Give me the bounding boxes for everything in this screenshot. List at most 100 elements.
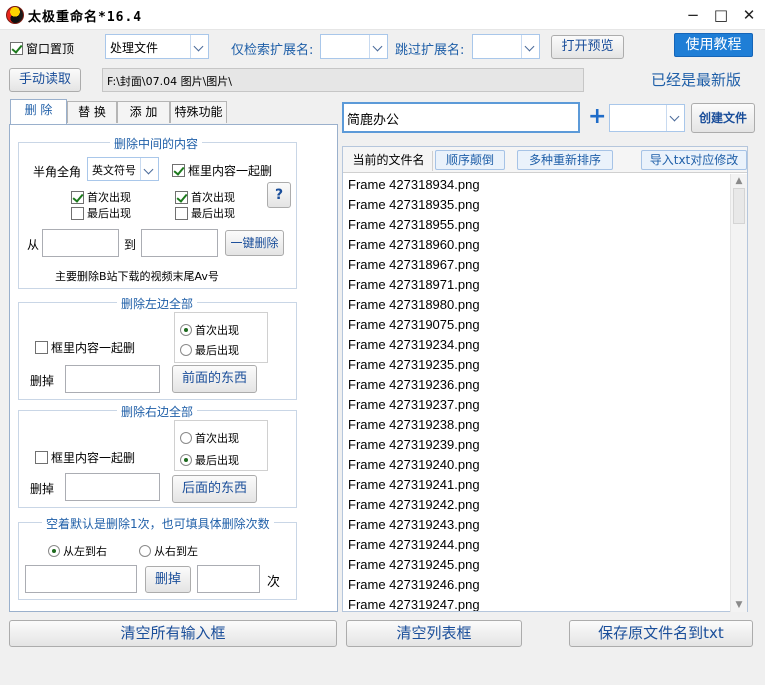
left-group-last-option[interactable]: 最后出现	[180, 342, 239, 358]
left-group-first-option[interactable]: 首次出现	[180, 322, 239, 338]
scroll-thumb[interactable]	[733, 188, 745, 224]
help-button[interactable]: ?	[267, 182, 291, 208]
suffix-select[interactable]	[609, 104, 685, 132]
delete-count-number-input[interactable]	[197, 565, 260, 593]
current-filename-header[interactable]: 当前的文件名	[345, 151, 433, 171]
list-item[interactable]: Frame 427319237.png	[343, 395, 729, 415]
new-name-input[interactable]: 简鹿办公	[342, 102, 580, 133]
right-remove-input[interactable]	[65, 473, 160, 501]
list-item[interactable]: Frame 427318971.png	[343, 275, 729, 295]
right-include-box-checkbox[interactable]	[35, 451, 48, 464]
tab-add[interactable]: 添 加	[117, 101, 170, 123]
clear-list-button[interactable]: 清空列表框	[346, 620, 522, 647]
list-item[interactable]: Frame 427319245.png	[343, 555, 729, 575]
list-item[interactable]: Frame 427319247.png	[343, 595, 729, 611]
delete-count-button[interactable]: 删掉	[145, 566, 191, 593]
left-first-checkbox[interactable]	[71, 190, 84, 204]
from-label: 从	[27, 238, 40, 252]
list-item[interactable]: Frame 427318967.png	[343, 255, 729, 275]
list-item[interactable]: Frame 427319243.png	[343, 515, 729, 535]
right-group-last-radio[interactable]	[180, 454, 192, 466]
list-item[interactable]: Frame 427318934.png	[343, 175, 729, 195]
list-item[interactable]: Frame 427318955.png	[343, 215, 729, 235]
chevron-down-icon	[521, 35, 539, 58]
left-to-right-radio[interactable]	[48, 545, 60, 557]
left-include-box-checkbox[interactable]	[35, 341, 48, 354]
import-txt-button[interactable]: 导入txt对应修改	[641, 150, 747, 170]
mode-select[interactable]: 处理文件	[105, 34, 209, 59]
tab-delete[interactable]: 删 除	[10, 99, 67, 125]
topmost-toggle[interactable]: 窗口置顶	[10, 40, 74, 57]
create-file-button[interactable]: 创建文件	[691, 103, 755, 133]
multi-resort-button[interactable]: 多种重新排序	[517, 150, 613, 170]
clear-inputs-button[interactable]: 清空所有输入框	[9, 620, 337, 647]
skip-ext-select[interactable]	[472, 34, 540, 59]
topmost-checkbox[interactable]	[10, 42, 23, 55]
one-click-delete-button[interactable]: 一键删除	[225, 230, 284, 256]
left-group-last-label: 最后出现	[195, 344, 239, 357]
left-last-option[interactable]: 最后出现	[71, 205, 131, 221]
list-item[interactable]: Frame 427319242.png	[343, 495, 729, 515]
minimize-button[interactable]: −	[680, 4, 706, 26]
left-group-first-radio[interactable]	[180, 324, 192, 336]
list-item[interactable]: Frame 427319234.png	[343, 335, 729, 355]
list-item[interactable]: Frame 427319241.png	[343, 475, 729, 495]
right-first-option[interactable]: 首次出现	[175, 189, 235, 205]
list-item[interactable]: Frame 427318935.png	[343, 195, 729, 215]
right-include-box-label: 框里内容一起删	[51, 451, 136, 465]
list-item[interactable]: Frame 427319244.png	[343, 535, 729, 555]
right-group-first-label: 首次出现	[195, 432, 239, 445]
file-list[interactable]: Frame 427318934.png Frame 427318935.png Fr…	[343, 175, 729, 611]
delete-front-button[interactable]: 前面的东西	[172, 365, 257, 393]
close-button[interactable]: ✕	[736, 4, 762, 26]
list-scrollbar[interactable]: ▲ ▼	[730, 174, 747, 612]
open-preview-button[interactable]: 打开预览	[551, 35, 624, 59]
list-item[interactable]: Frame 427319246.png	[343, 575, 729, 595]
from-input[interactable]	[42, 229, 119, 257]
left-first-option[interactable]: 首次出现	[71, 189, 131, 205]
list-item[interactable]: Frame 427319240.png	[343, 455, 729, 475]
right-group-first-option[interactable]: 首次出现	[180, 430, 239, 446]
save-original-names-button[interactable]: 保存原文件名到txt	[569, 620, 753, 647]
width-mode-select[interactable]: 英文符号	[87, 157, 159, 181]
manual-read-button[interactable]: 手动读取	[9, 68, 81, 92]
list-item[interactable]: Frame 427319235.png	[343, 355, 729, 375]
list-item[interactable]: Frame 427318980.png	[343, 295, 729, 315]
left-last-checkbox[interactable]	[71, 206, 84, 220]
list-item[interactable]: Frame 427319236.png	[343, 375, 729, 395]
right-last-checkbox[interactable]	[175, 206, 188, 220]
right-to-left-label: 从右到左	[154, 545, 198, 558]
right-include-box-option[interactable]: 框里内容一起删	[35, 449, 135, 466]
reverse-order-button[interactable]: 顺序颠倒	[435, 150, 505, 170]
right-group-last-option[interactable]: 最后出现	[180, 452, 239, 468]
left-include-box-option[interactable]: 框里内容一起删	[35, 339, 135, 356]
tab-replace[interactable]: 替 换	[67, 101, 117, 123]
scroll-up-icon[interactable]: ▲	[731, 174, 747, 188]
right-to-left-radio[interactable]	[139, 545, 151, 557]
width-mode-value: 英文符号	[92, 164, 136, 177]
left-remove-input[interactable]	[65, 365, 160, 393]
right-last-option[interactable]: 最后出现	[175, 205, 235, 221]
delete-count-title: 空着默认是删除1次，也可填具体删除次数	[42, 515, 274, 532]
list-item[interactable]: Frame 427319075.png	[343, 315, 729, 335]
middle-include-box-option[interactable]: 框里内容一起删	[172, 162, 272, 179]
list-item[interactable]: Frame 427318960.png	[343, 235, 729, 255]
list-item[interactable]: Frame 427319238.png	[343, 415, 729, 435]
delete-back-button[interactable]: 后面的东西	[172, 475, 257, 503]
search-ext-select[interactable]	[320, 34, 388, 59]
right-to-left-option[interactable]: 从右到左	[139, 543, 198, 559]
left-remove-label: 删掉	[30, 374, 55, 388]
tab-special[interactable]: 特殊功能	[170, 101, 227, 123]
right-group-first-radio[interactable]	[180, 432, 192, 444]
right-first-checkbox[interactable]	[175, 190, 188, 204]
version-status: 已经是最新版	[651, 71, 742, 89]
left-to-right-option[interactable]: 从左到右	[48, 543, 107, 559]
to-input[interactable]	[141, 229, 218, 257]
middle-include-box-checkbox[interactable]	[172, 164, 185, 177]
list-item[interactable]: Frame 427319239.png	[343, 435, 729, 455]
maximize-button[interactable]: □	[708, 4, 734, 26]
delete-count-text-input[interactable]	[25, 565, 137, 593]
tutorial-button[interactable]: 使用教程	[674, 33, 753, 57]
left-group-last-radio[interactable]	[180, 344, 192, 356]
scroll-down-icon[interactable]: ▼	[731, 598, 747, 612]
